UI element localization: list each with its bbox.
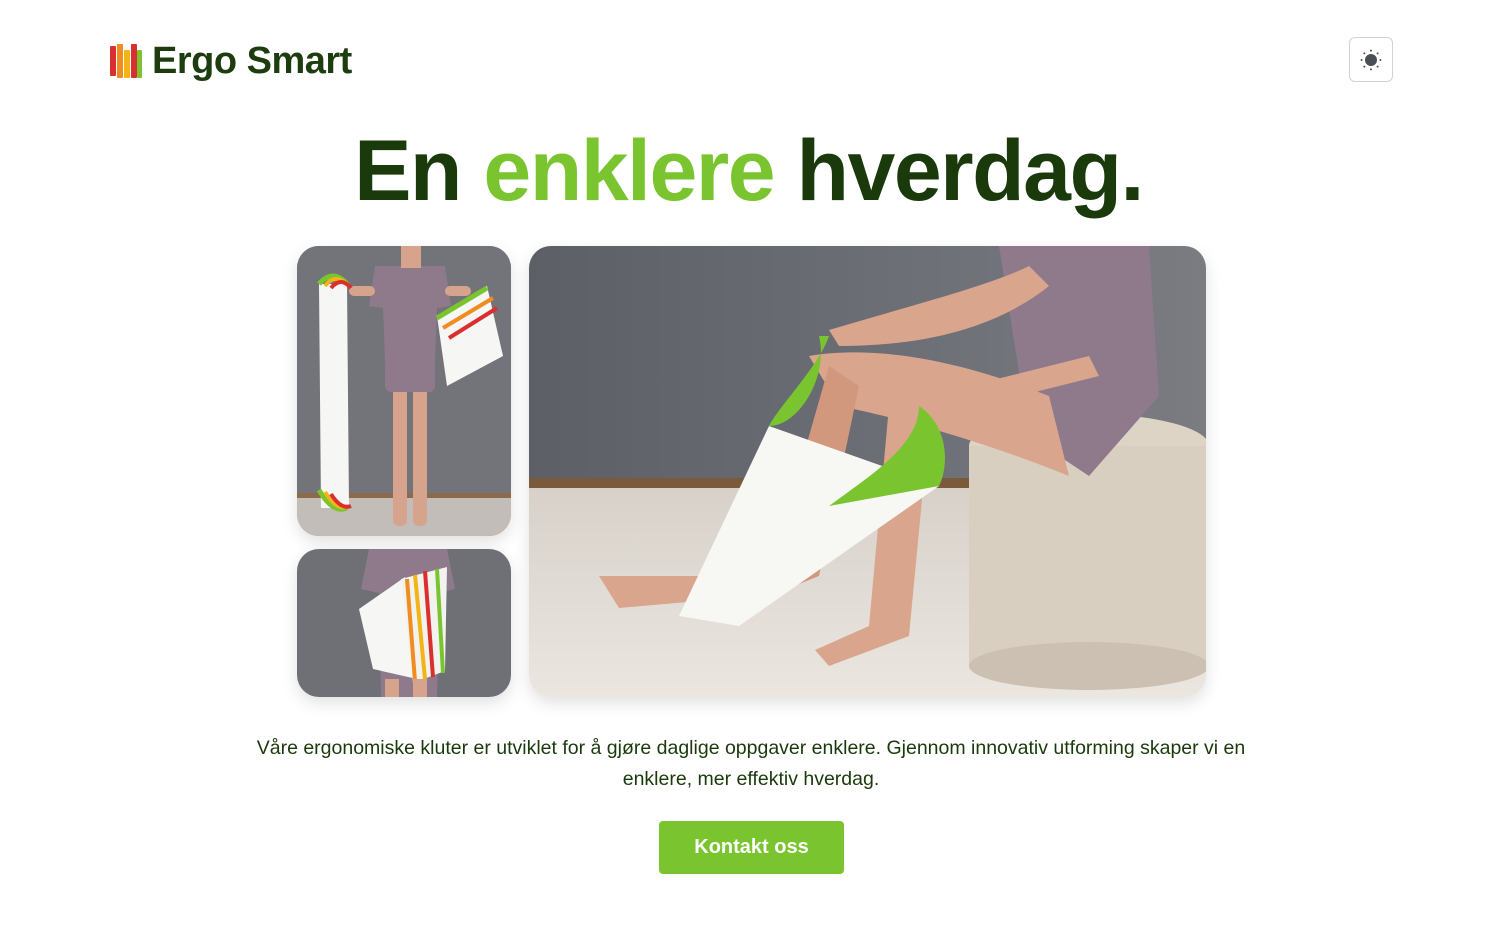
product-photo-stack	[297, 549, 511, 697]
theme-toggle-button[interactable]	[1349, 37, 1393, 82]
sun-icon	[1360, 49, 1382, 70]
contact-button[interactable]: Kontakt oss	[659, 821, 844, 874]
logo-link[interactable]: Ergo Smart	[110, 42, 352, 80]
intro-text: Våre ergonomiske kluter er utviklet for …	[256, 737, 1246, 790]
hero-title-accent: enklere	[483, 123, 775, 219]
brand-name: Ergo Smart	[152, 40, 352, 82]
hero-title-end: hverdag.	[774, 123, 1144, 219]
hero-title: En enklere hverdag.	[0, 128, 1497, 214]
hero-title-start: En	[354, 123, 484, 219]
logo-bars-icon	[110, 44, 142, 78]
product-photo-in-use	[529, 246, 1206, 697]
product-photo-standing	[297, 246, 511, 536]
